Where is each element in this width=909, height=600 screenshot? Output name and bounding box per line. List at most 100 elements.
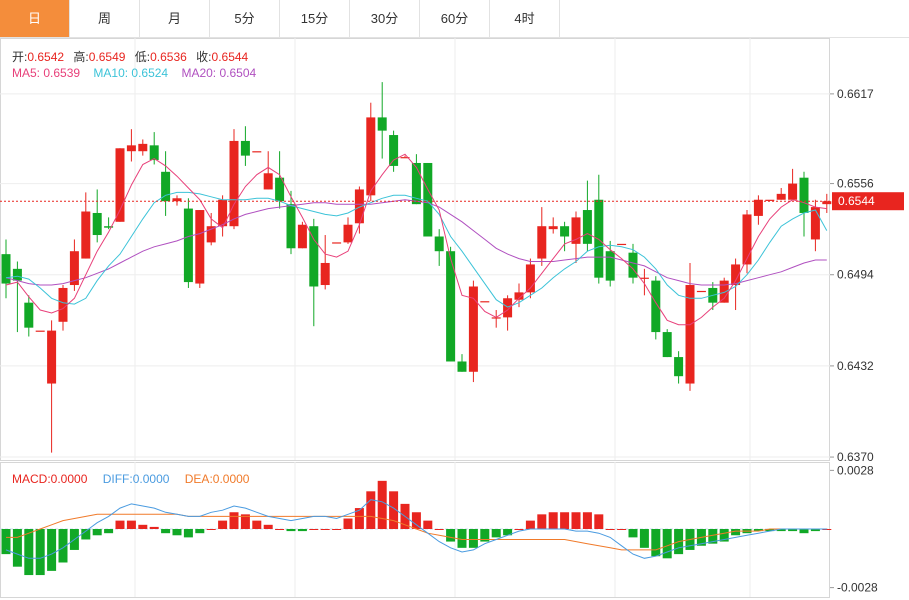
candle-body <box>639 277 649 279</box>
macd-bar <box>662 529 672 559</box>
candle-body <box>685 285 695 384</box>
candle-body <box>263 173 273 190</box>
macd-bar <box>12 529 22 567</box>
macd-bar <box>582 512 592 529</box>
macd-bar <box>651 529 661 557</box>
candle-body <box>81 211 91 259</box>
candle-body <box>457 361 467 372</box>
candle-body <box>537 226 547 259</box>
price-chart: 0.6617 0.6556 0.6494 0.6432 0.6370 0.6544 0.00… <box>0 38 904 598</box>
dea-value: DEA:0.0000 <box>184 472 250 486</box>
candle-body <box>696 290 706 293</box>
candle-body <box>332 242 342 244</box>
candle-body <box>582 210 592 244</box>
candle-body <box>605 251 615 281</box>
macd-tick-label-1: -0.0028 <box>837 581 878 595</box>
candle-body <box>47 330 57 384</box>
macd-tick-label-0: 0.0028 <box>837 463 874 477</box>
macd-bar <box>104 529 114 534</box>
macd-bar <box>537 514 547 529</box>
candle-body <box>149 145 159 161</box>
candle-body <box>92 212 102 236</box>
macd-readout: MACD:0.0000 DIFF:0.0000 DEA:0.0000 <box>12 472 249 486</box>
candle-body <box>309 226 319 287</box>
candle-body <box>343 224 353 243</box>
macd-bar <box>594 514 604 529</box>
macd-bar <box>343 518 353 529</box>
macd-value: MACD:0.0000 <box>12 472 88 486</box>
macd-bar <box>275 529 285 530</box>
macd-bar <box>297 529 307 532</box>
candle-body <box>468 286 478 372</box>
macd-bar <box>286 529 296 532</box>
diff-value: DIFF:0.0000 <box>102 472 170 486</box>
candle-body <box>651 280 661 333</box>
candle-body <box>810 207 820 240</box>
macd-bar <box>47 529 57 571</box>
candle-body <box>617 243 627 246</box>
candle-body <box>24 302 34 328</box>
candle-body <box>286 204 296 249</box>
candle-body <box>434 236 444 252</box>
candle-body <box>503 298 513 318</box>
ma10-value: MA10: 0.6524 <box>93 66 169 80</box>
macd-bar <box>183 529 193 538</box>
macd-bar <box>92 529 102 536</box>
macd-bar <box>446 529 456 542</box>
close-label: 收: <box>196 50 212 64</box>
candle-body <box>366 117 376 196</box>
price-tick-label-2: 0.6494 <box>837 268 874 282</box>
low-value: 0.6536 <box>150 50 187 64</box>
last-price-label: 0.6544 <box>838 194 875 208</box>
macd-bar <box>560 512 570 529</box>
candle-body <box>776 193 786 200</box>
low-label: 低: <box>134 50 151 64</box>
price-tick-label-1: 0.6556 <box>837 177 874 191</box>
candle-body <box>560 226 570 237</box>
price-tick-label-0: 0.6617 <box>837 87 874 101</box>
high-value: 0.6549 <box>88 50 126 64</box>
candle-body <box>240 140 250 156</box>
candle-body <box>377 117 387 131</box>
macd-bar <box>799 529 809 534</box>
candle-body <box>799 177 809 213</box>
macd-bar <box>332 529 342 530</box>
candle-body <box>12 268 22 281</box>
macd-bar <box>639 529 649 548</box>
candle-body <box>229 140 239 227</box>
candle-body <box>662 332 672 358</box>
macd-bar <box>468 529 478 548</box>
ma20-value: MA20: 0.6504 <box>181 66 257 80</box>
candle-body <box>126 145 136 152</box>
macd-bar <box>229 512 239 529</box>
macd-bar <box>35 529 45 576</box>
price-tick-label-4: 0.6370 <box>837 450 874 464</box>
macd-bar <box>491 529 501 538</box>
candle-body <box>35 330 45 332</box>
candle-body <box>183 208 193 283</box>
open-value: 0.6542 <box>27 50 65 64</box>
macd-bar <box>161 529 171 534</box>
ma10-line <box>5 191 828 308</box>
candle-body <box>423 162 433 237</box>
macd-bar <box>320 529 330 530</box>
ohlc-readout: 开:0.6542 高:0.6549 低:0.6536 收:0.6544 <box>12 48 248 65</box>
macd-bar <box>514 529 524 530</box>
candle-body <box>753 199 763 216</box>
candle-body <box>548 226 558 230</box>
macd-bar <box>309 529 319 530</box>
macd-bar <box>434 529 444 530</box>
candle-body <box>742 214 752 265</box>
macd-bar <box>263 524 273 529</box>
candle-body <box>719 280 729 303</box>
macd-bar <box>252 520 262 529</box>
open-label: 开: <box>12 50 28 64</box>
macd-bar <box>548 512 558 529</box>
kline-frame <box>0 38 830 461</box>
macd-bar <box>206 529 216 530</box>
macd-bar <box>377 480 387 529</box>
candle-body <box>389 135 399 166</box>
candle-body <box>252 151 262 153</box>
ma5-value: MA5: 0.6539 <box>12 66 81 80</box>
high-label: 高: <box>73 50 89 64</box>
